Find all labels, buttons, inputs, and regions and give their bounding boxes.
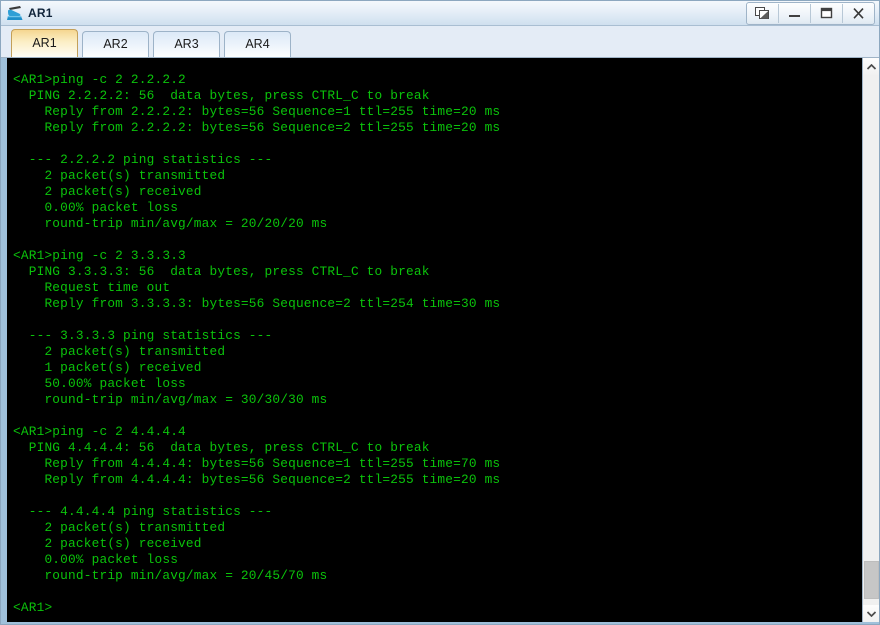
terminal-line: <AR1>ping -c 2 2.2.2.2	[13, 72, 186, 87]
terminal-line: round-trip min/avg/max = 30/30/30 ms	[13, 392, 328, 407]
terminal-line: 2 packet(s) received	[13, 184, 202, 199]
terminal-line: <AR1>ping -c 2 4.4.4.4	[13, 424, 186, 439]
maximize-icon	[820, 7, 833, 19]
terminal-line: 2 packet(s) transmitted	[13, 520, 226, 535]
window-controls	[746, 1, 875, 25]
terminal-line: PING 3.3.3.3: 56 data bytes, press CTRL_…	[13, 264, 430, 279]
terminal-line: --- 2.2.2.2 ping statistics ---	[13, 152, 273, 167]
terminal-line: <AR1>ping -c 2 3.3.3.3	[13, 248, 186, 263]
tab-ar3-label: AR3	[174, 37, 199, 51]
terminal-line: 50.00% packet loss	[13, 376, 186, 391]
maximize-button[interactable]	[811, 3, 843, 23]
window-title: AR1	[28, 6, 53, 20]
terminal-line: Reply from 3.3.3.3: bytes=56 Sequence=2 …	[13, 296, 501, 311]
tab-ar2-label: AR2	[103, 37, 128, 51]
terminal-line: Reply from 4.4.4.4: bytes=56 Sequence=1 …	[13, 456, 501, 471]
terminal-line: --- 3.3.3.3 ping statistics ---	[13, 328, 273, 343]
console-window: AR1 AR1 AR2 AR3 AR4 <AR1>ping -c 2 2.2.2…	[0, 0, 880, 625]
terminal-text-area[interactable]: <AR1>ping -c 2 2.2.2.2 PING 2.2.2.2: 56 …	[7, 58, 862, 622]
close-icon	[853, 7, 864, 19]
scrollbar-track[interactable]	[863, 75, 879, 605]
terminal-line: PING 2.2.2.2: 56 data bytes, press CTRL_…	[13, 88, 430, 103]
terminal-line: <AR1>	[13, 600, 53, 615]
scroll-up-button[interactable]	[863, 58, 879, 75]
terminal-frame: <AR1>ping -c 2 2.2.2.2 PING 2.2.2.2: 56 …	[1, 58, 879, 624]
terminal-line: 0.00% packet loss	[13, 200, 179, 215]
minimize-button[interactable]	[779, 3, 811, 23]
chevron-down-icon	[867, 610, 876, 617]
terminal-line: Request time out	[13, 280, 171, 295]
router-device-icon	[7, 6, 23, 20]
restore-windows-button[interactable]	[747, 3, 779, 23]
terminal-scrollbar[interactable]	[862, 58, 879, 622]
terminal-line: 0.00% packet loss	[13, 552, 179, 567]
chevron-up-icon	[867, 63, 876, 70]
tab-ar4[interactable]: AR4	[224, 31, 291, 57]
tab-ar1-label: AR1	[32, 36, 57, 50]
tab-ar2[interactable]: AR2	[82, 31, 149, 57]
close-button[interactable]	[843, 3, 874, 23]
tab-ar4-label: AR4	[245, 37, 270, 51]
cascade-windows-icon	[755, 6, 769, 19]
terminal-line: 2 packet(s) transmitted	[13, 344, 226, 359]
terminal-line: Reply from 2.2.2.2: bytes=56 Sequence=1 …	[13, 104, 501, 119]
terminal-line: 1 packet(s) received	[13, 360, 202, 375]
tab-ar3[interactable]: AR3	[153, 31, 220, 57]
terminal-line: round-trip min/avg/max = 20/45/70 ms	[13, 568, 328, 583]
terminal-line: round-trip min/avg/max = 20/20/20 ms	[13, 216, 328, 231]
terminal-line: --- 4.4.4.4 ping statistics ---	[13, 504, 273, 519]
terminal-line: Reply from 4.4.4.4: bytes=56 Sequence=2 …	[13, 472, 501, 487]
tab-ar1[interactable]: AR1	[11, 29, 78, 57]
terminal-line: 2 packet(s) transmitted	[13, 168, 226, 183]
scrollbar-thumb[interactable]	[864, 561, 879, 599]
device-tab-bar: AR1 AR2 AR3 AR4	[1, 26, 879, 58]
terminal-line: Reply from 2.2.2.2: bytes=56 Sequence=2 …	[13, 120, 501, 135]
scroll-down-button[interactable]	[863, 605, 879, 622]
title-bar: AR1	[1, 1, 879, 26]
terminal-output[interactable]: <AR1>ping -c 2 2.2.2.2 PING 2.2.2.2: 56 …	[7, 58, 862, 622]
minimize-icon	[789, 14, 800, 17]
terminal-line: PING 4.4.4.4: 56 data bytes, press CTRL_…	[13, 440, 430, 455]
terminal-line: 2 packet(s) received	[13, 536, 202, 551]
